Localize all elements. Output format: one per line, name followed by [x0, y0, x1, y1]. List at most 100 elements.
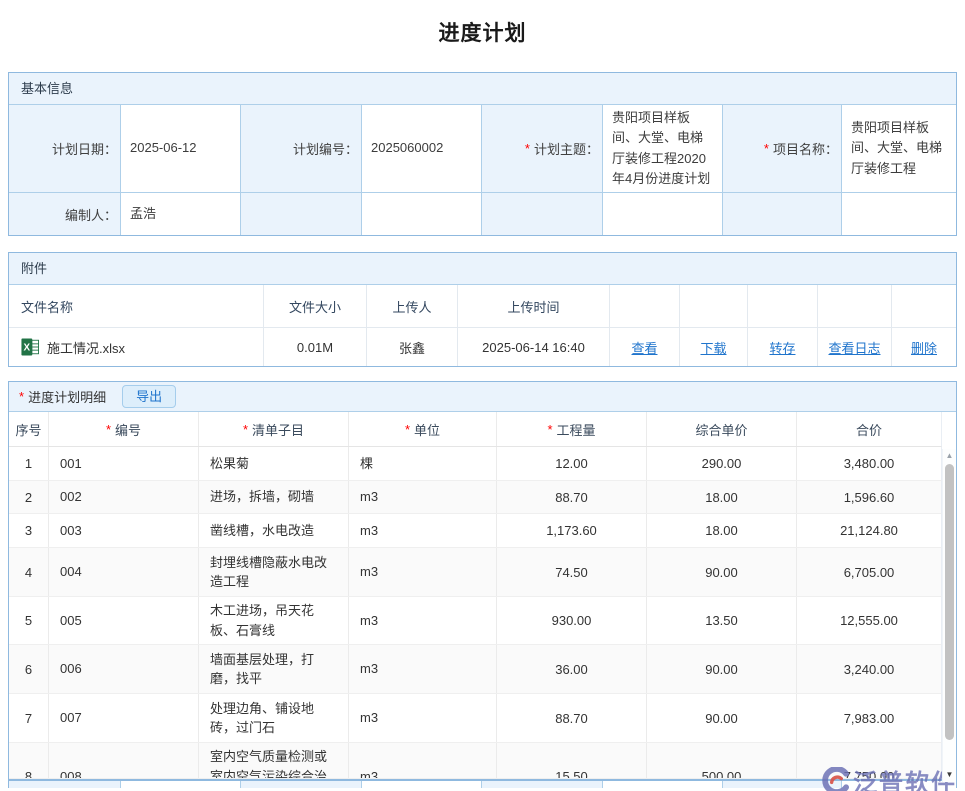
field-label-plan-subject: * 计划主题： — [482, 105, 603, 193]
col-unit-price: 综合单价 — [647, 412, 797, 446]
required-asterisk: * — [19, 389, 24, 404]
cell-qty: 1,173.60 — [497, 514, 647, 547]
scrollbar-down-icon[interactable]: ▼ — [943, 769, 956, 781]
cell-unit: m3 — [349, 548, 497, 596]
cell-code: 008 — [49, 743, 199, 779]
required-asterisk: * — [243, 422, 248, 437]
cell-unit: m3 — [349, 743, 497, 779]
cell-item: 室内空气质量检测或室内空气污染综合治理； — [199, 743, 349, 779]
cell-seq: 6 — [9, 645, 49, 693]
cell-seq: 3 — [9, 514, 49, 547]
cell-code: 004 — [49, 548, 199, 596]
cell-seq: 8 — [9, 743, 49, 779]
field-value-plan-number: 2025060002 — [362, 105, 482, 193]
file-row-uploader: 张鑫 — [367, 328, 458, 366]
cell-code: 002 — [49, 481, 199, 513]
table-row: 6 006 墙面基层处理，打磨，找平 m3 36.00 90.00 3,240.… — [9, 645, 942, 694]
attachments-header: 附件 — [9, 253, 956, 285]
detail-header: * 进度计划明细 导出 — [9, 382, 956, 412]
table-row: 2 002 进场，拆墙，砌墙 m3 88.70 18.00 1,596.60 — [9, 481, 942, 514]
svg-text:X: X — [24, 343, 31, 354]
cell-code: 005 — [49, 597, 199, 644]
empty-label-cell — [723, 193, 842, 235]
detail-scrollbar[interactable]: ▲ ▼ — [942, 449, 956, 782]
cell-seq: 2 — [9, 481, 49, 513]
field-value-plan-subject: 贵阳项目样板间、大堂、电梯厅装修工程2020年4月份进度计划 — [603, 105, 723, 193]
file-action-cell: 查看日志 — [818, 328, 892, 366]
cell-price: 290.00 — [647, 447, 797, 480]
cell-seq: 5 — [9, 597, 49, 644]
cell-total: 7,983.00 — [797, 694, 941, 742]
col-unit: * 单位 — [349, 412, 497, 446]
detail-table-header: 序号 * 编号 * 清单子目 * 单位 * 工程量 综合单价 合价 — [9, 412, 942, 447]
field-label-project-name: * 项目名称： — [723, 105, 842, 193]
required-asterisk: * — [547, 422, 552, 437]
cell-total: 3,480.00 — [797, 447, 941, 480]
cell-total: 12,555.00 — [797, 597, 941, 644]
table-row: 3 003 凿线槽，水电改造 m3 1,173.60 18.00 21,124.… — [9, 514, 942, 548]
file-action-cell: 删除 — [892, 328, 956, 366]
col-action-empty — [818, 285, 892, 328]
cell-qty: 74.50 — [497, 548, 647, 596]
save-as-link[interactable]: 转存 — [769, 338, 795, 357]
cell-seq: 1 — [9, 447, 49, 480]
cell-item: 处理边角、铺设地砖，过门石 — [199, 694, 349, 742]
export-button[interactable]: 导出 — [122, 385, 176, 408]
download-link[interactable]: 下载 — [700, 338, 726, 357]
cell-qty: 15.50 — [497, 743, 647, 779]
col-uploader: 上传人 — [367, 285, 458, 328]
col-upload-time: 上传时间 — [458, 285, 610, 328]
cell-qty: 12.00 — [497, 447, 647, 480]
required-asterisk: * — [405, 422, 410, 437]
cell-unit: m3 — [349, 481, 497, 513]
view-log-link[interactable]: 查看日志 — [828, 338, 880, 357]
field-value-plan-date: 2025-06-12 — [121, 105, 241, 193]
delete-link[interactable]: 删除 — [911, 338, 937, 357]
file-action-cell: 查看 — [610, 328, 680, 366]
view-link[interactable]: 查看 — [631, 338, 657, 357]
next-section-cutoff-row — [8, 780, 957, 788]
empty-value-cell — [362, 193, 482, 235]
cell-price: 18.00 — [647, 481, 797, 513]
col-code: * 编号 — [49, 412, 199, 446]
scrollbar-thumb[interactable] — [945, 464, 954, 740]
cell-item: 墙面基层处理，打磨，找平 — [199, 645, 349, 693]
cell-price: 13.50 — [647, 597, 797, 644]
cell-qty: 88.70 — [497, 694, 647, 742]
field-label-plan-number: 计划编号： — [241, 105, 362, 193]
field-value-project-name: 贵阳项目样板间、大堂、电梯厅装修工程 — [842, 105, 956, 193]
empty-value-cell — [603, 193, 723, 235]
cell-code: 003 — [49, 514, 199, 547]
cell-total: 21,124.80 — [797, 514, 941, 547]
col-action-empty — [892, 285, 956, 328]
attachments-table: 文件名称 文件大小 上传人 上传时间 X — [9, 285, 956, 366]
cell-total: 1,596.60 — [797, 481, 941, 513]
cell-total: 7,750.00 — [797, 743, 941, 779]
cell-code: 006 — [49, 645, 199, 693]
cell-seq: 7 — [9, 694, 49, 742]
file-row-time: 2025-06-14 16:40 — [458, 328, 610, 366]
col-item: * 清单子目 — [199, 412, 349, 446]
cell-code: 001 — [49, 447, 199, 480]
cell-qty: 88.70 — [497, 481, 647, 513]
table-row: 8 008 室内空气质量检测或室内空气污染综合治理； m3 15.50 500.… — [9, 743, 942, 779]
cell-unit: m3 — [349, 645, 497, 693]
cell-total: 6,705.00 — [797, 548, 941, 596]
cell-price: 18.00 — [647, 514, 797, 547]
empty-label-cell — [241, 193, 362, 235]
field-value-author: 孟浩 — [121, 193, 241, 235]
table-row: 4 004 封埋线槽隐蔽水电改造工程 m3 74.50 90.00 6,705.… — [9, 548, 942, 597]
cell-qty: 930.00 — [497, 597, 647, 644]
basic-info-panel: 基本信息 计划日期： 2025-06-12 计划编号： 2025060002 *… — [8, 72, 957, 236]
cell-item: 封埋线槽隐蔽水电改造工程 — [199, 548, 349, 596]
required-asterisk: * — [764, 141, 769, 156]
detail-panel: * 进度计划明细 导出 序号 * 编号 * 清单子目 * 单位 * 工程量 综合… — [8, 381, 957, 780]
scrollbar-up-icon[interactable]: ▲ — [943, 449, 956, 462]
file-action-cell: 下载 — [680, 328, 748, 366]
file-row-size: 0.01M — [264, 328, 367, 366]
field-label-plan-date: 计划日期： — [9, 105, 121, 193]
page: 进度计划 基本信息 计划日期： 2025-06-12 计划编号： 2025060… — [0, 20, 965, 788]
col-action-empty — [680, 285, 748, 328]
col-action-empty — [610, 285, 680, 328]
cell-unit: m3 — [349, 514, 497, 547]
